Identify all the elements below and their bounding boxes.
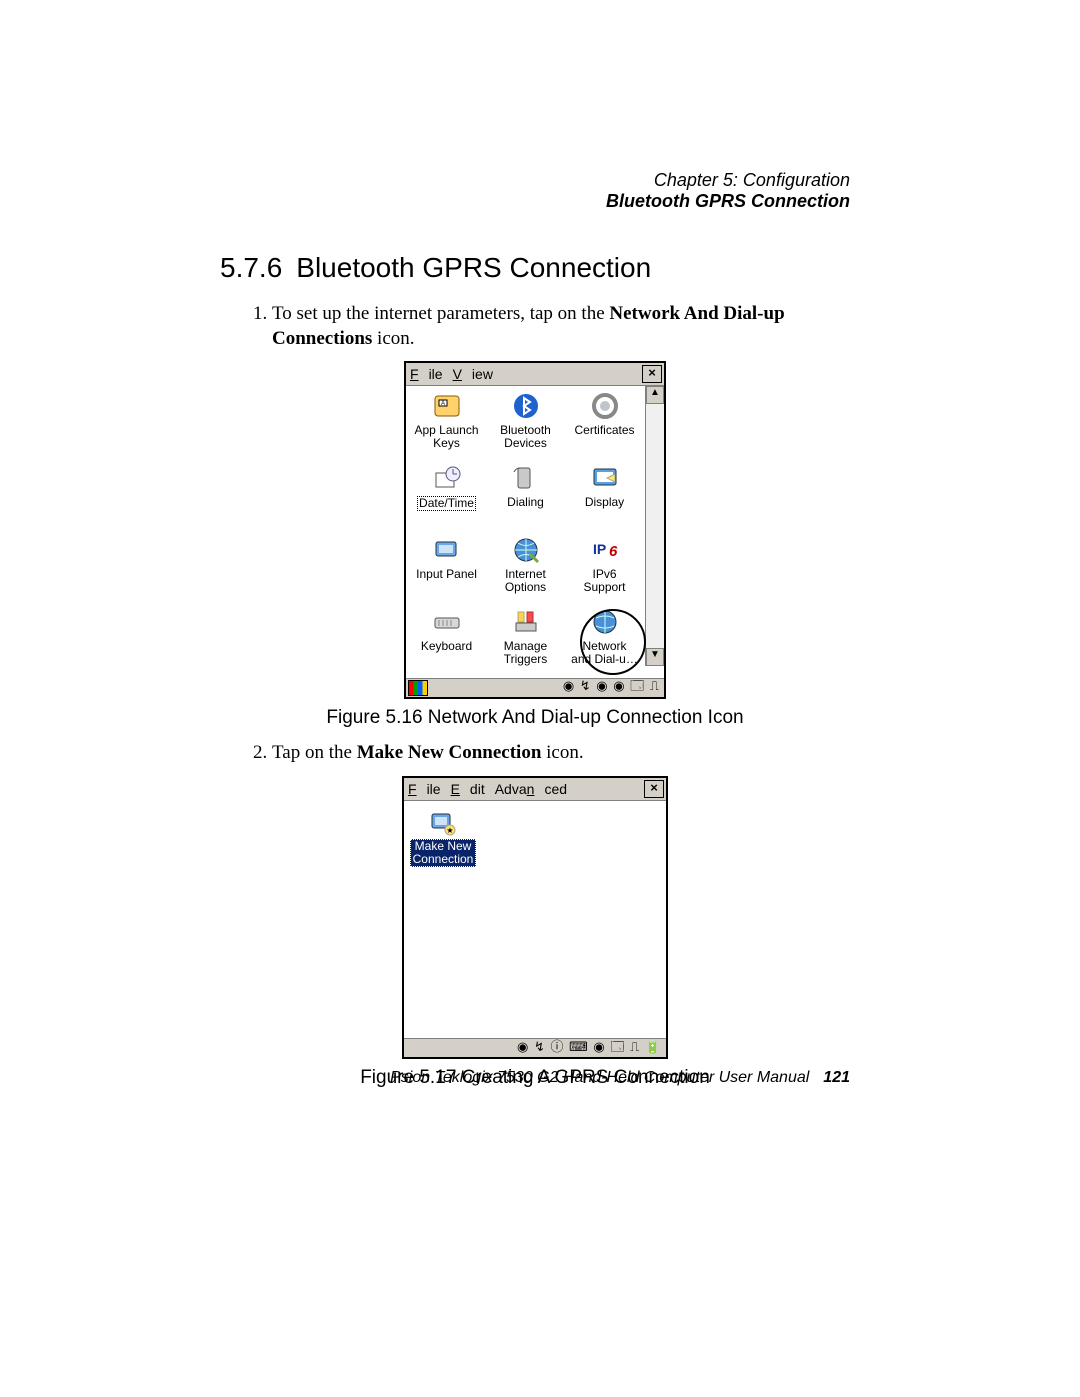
app-launch-keys-icon[interactable]: A App Launch Keys [408,390,485,460]
menu-file[interactable]: File [410,366,443,382]
svg-text:IP: IP [593,541,606,557]
network-dialup-icon[interactable]: Network and Dial-u… [566,606,643,676]
tray-icons-2: ◉ ↯ ⓘ ⌨ ◉ 🗔 ⎍ 🔋 [517,1036,662,1060]
dialing-icon[interactable]: Dialing [487,462,564,532]
start-button[interactable] [408,680,428,696]
tray-icons: ◉ ↯ ◉ ◉ 🗔 ⎍ [563,677,660,699]
scroll-up-button[interactable]: ▲ [646,386,664,404]
close-button-2[interactable]: × [644,780,664,798]
menu-bar: File View × [406,363,664,386]
scrollbar[interactable]: ▲ ▼ [645,386,664,666]
internet-options-icon[interactable]: Internet Options [487,534,564,604]
step-2: Tap on the Make New Connection icon. [272,741,850,766]
step-1: To set up the internet parameters, tap o… [272,302,850,351]
steps-list-2: Tap on the Make New Connection icon. [250,741,850,766]
keyboard-icon[interactable]: Keyboard [408,606,485,676]
svg-text:★: ★ [446,826,453,835]
make-new-connection-icon[interactable]: ★ Make New Connection [410,807,476,867]
header-chapter: Chapter 5: Configuration [220,170,850,191]
control-panel-window: File View × A App Launch Keys Bluetooth … [404,361,666,699]
menu-bar-2: File Edit Advanced × [404,778,666,801]
header-section: Bluetooth GPRS Connection [220,191,850,212]
manage-triggers-icon[interactable]: Manage Triggers [487,606,564,676]
scroll-down-button[interactable]: ▼ [646,648,664,666]
connections-window: File Edit Advanced × ★ Make New Connecti… [402,776,668,1059]
connections-icon-area: ★ Make New Connection [404,801,666,1038]
steps-list: To set up the internet parameters, tap o… [250,302,850,351]
taskbar: ◉ ↯ ◉ ◉ 🗔 ⎍ [406,678,664,697]
menu-advanced[interactable]: Advanced [495,781,567,797]
svg-text:6: 6 [609,543,618,560]
input-panel-icon[interactable]: Input Panel [408,534,485,604]
bluetooth-devices-icon[interactable]: Bluetooth Devices [487,390,564,460]
taskbar-2: ◉ ↯ ⓘ ⌨ ◉ 🗔 ⎍ 🔋 [404,1038,666,1057]
svg-text:A: A [440,401,444,407]
section-heading: 5.7.6Bluetooth GPRS Connection [220,252,850,284]
control-panel-icon-grid: A App Launch Keys Bluetooth Devices Cert… [406,386,645,678]
figure-1-caption: Figure 5.16 Network And Dial-up Connecti… [220,707,850,729]
menu-edit[interactable]: Edit [451,781,485,797]
scroll-track[interactable] [646,404,664,648]
certificates-icon[interactable]: Certificates [566,390,643,460]
display-icon[interactable]: Display [566,462,643,532]
page-footer: Psion Teklogix 7530 G2 Hand-Held Compute… [390,1069,850,1087]
close-button[interactable]: × [642,365,662,383]
date-time-icon[interactable]: Date/Time [408,462,485,532]
menu-file-2[interactable]: File [408,781,441,797]
menu-view[interactable]: View [453,366,493,382]
ipv6-support-icon[interactable]: IP6 IPv6 Support [566,534,643,604]
